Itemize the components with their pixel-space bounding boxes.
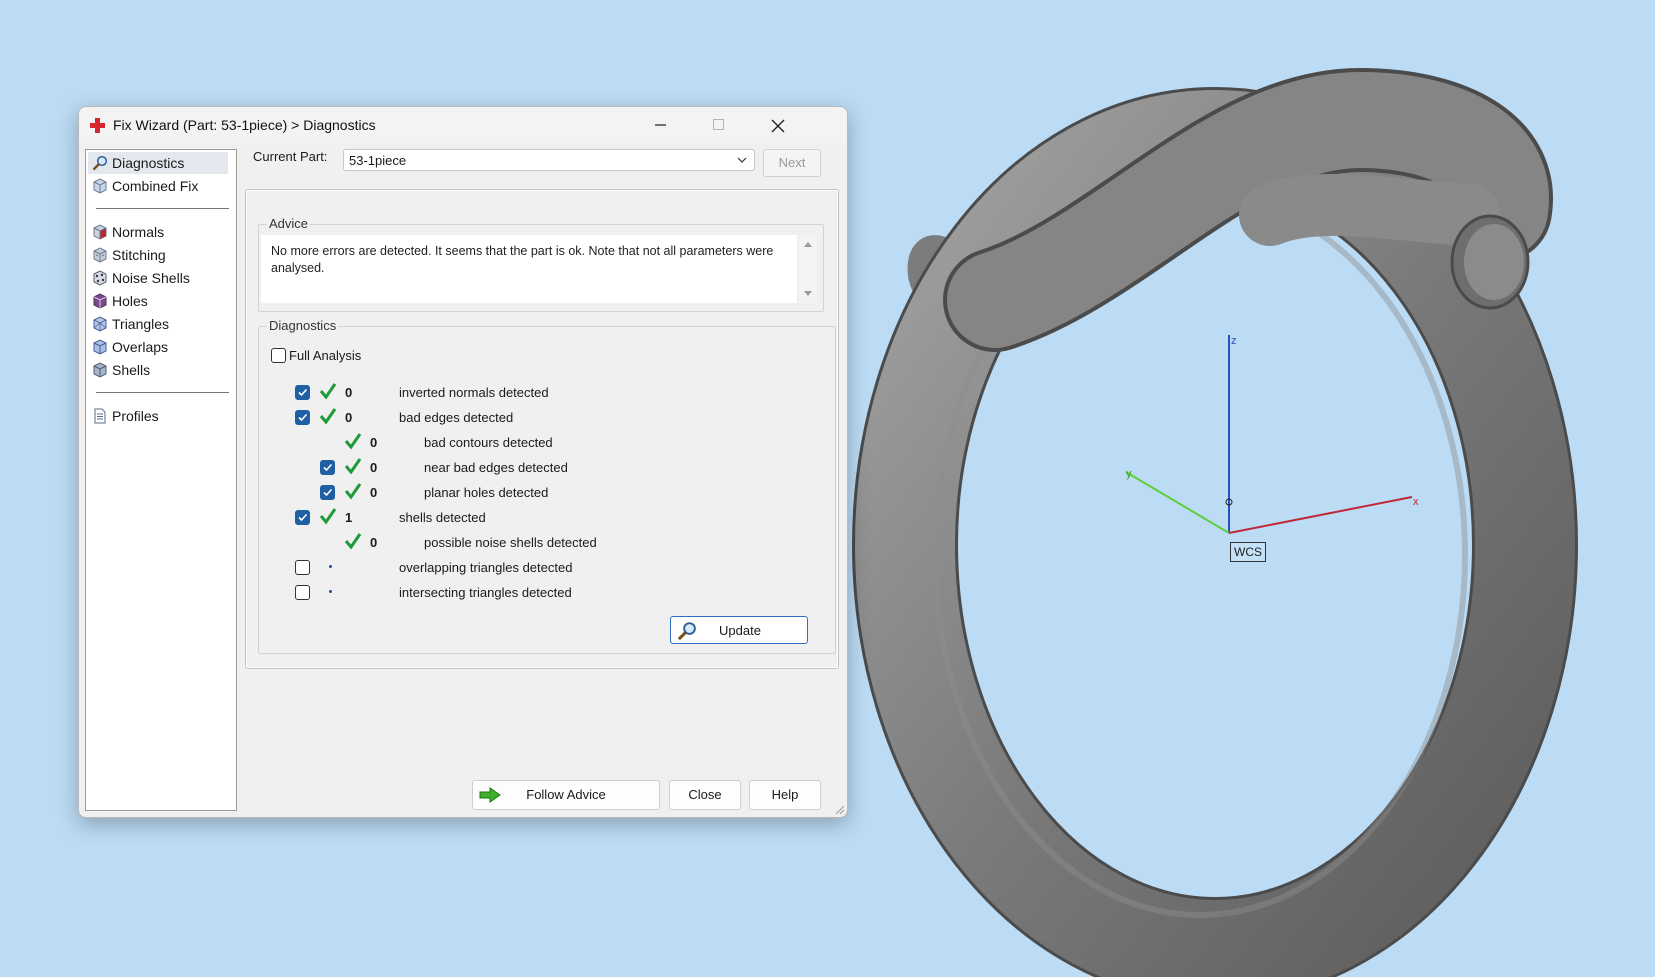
pending-dot-icon	[329, 590, 332, 593]
full-analysis-label: Full Analysis	[289, 348, 362, 363]
sidebar-item-holes[interactable]: Holes	[88, 290, 228, 312]
stitching-cube-icon	[93, 247, 107, 263]
shells-checkbox[interactable]	[295, 510, 310, 525]
close-button[interactable]: Close	[669, 780, 741, 810]
close-window-button[interactable]	[749, 107, 807, 143]
current-part-dropdown[interactable]: 53-1piece	[343, 149, 755, 171]
help-button[interactable]: Help	[749, 780, 821, 810]
diagnostics-group: Diagnostics Full Analysis 0 inverted nor…	[258, 318, 836, 654]
knot-model[interactable]	[852, 67, 1578, 977]
overlapping-triangles-checkbox[interactable]	[295, 560, 310, 575]
document-icon	[94, 408, 106, 424]
sidebar-item-triangles[interactable]: Triangles	[88, 313, 228, 335]
inverted-normals-label: inverted normals detected	[399, 385, 549, 400]
y-axis-label: y	[1126, 468, 1132, 480]
chevron-down-icon	[737, 157, 747, 163]
green-check-icon	[344, 483, 362, 500]
title-bar[interactable]: Fix Wizard (Part: 53-1piece) > Diagnosti…	[79, 107, 847, 143]
green-arrow-icon	[479, 787, 501, 803]
x-axis	[1228, 496, 1413, 534]
sidebar-item-noise-shells[interactable]: Noise Shells	[88, 267, 228, 289]
planar-holes-label: planar holes detected	[424, 485, 549, 500]
checkmark-icon	[298, 513, 308, 522]
next-button[interactable]: Next	[763, 149, 821, 177]
sidebar-item-diagnostics[interactable]: Diagnostics	[88, 152, 228, 174]
planar-holes-checkbox[interactable]	[320, 485, 335, 500]
inverted-normals-count: 0	[345, 385, 353, 400]
maximize-button[interactable]	[691, 107, 749, 143]
follow-advice-button[interactable]: Follow Advice	[472, 780, 660, 810]
noise-shells-count: 0	[370, 535, 378, 550]
z-axis-label: z	[1231, 335, 1237, 347]
green-check-icon	[344, 433, 362, 450]
bad-contours-label: bad contours detected	[424, 435, 553, 450]
close-icon	[771, 119, 785, 133]
sidebar-item-shells[interactable]: Shells	[88, 359, 228, 381]
near-bad-edges-count: 0	[370, 460, 378, 475]
checkmark-icon	[323, 488, 333, 497]
near-bad-edges-checkbox[interactable]	[320, 460, 335, 475]
green-check-icon	[344, 533, 362, 550]
checkmark-icon	[298, 413, 308, 422]
x-axis-label: x	[1413, 496, 1419, 508]
current-part-value: 53-1piece	[349, 153, 407, 168]
maximize-icon	[713, 119, 724, 130]
y-axis	[1125, 471, 1230, 534]
sidebar-divider	[96, 208, 229, 209]
scroll-arrows-icon	[804, 242, 812, 296]
normals-cube-icon	[93, 224, 107, 240]
shells-cube-icon	[93, 362, 107, 378]
bad-edges-label: bad edges detected	[399, 410, 514, 425]
advice-title: Advice	[267, 216, 311, 231]
sidebar-item-normals[interactable]: Normals	[88, 221, 228, 243]
shells-label: shells detected	[399, 510, 486, 525]
sidebar-item-stitching[interactable]: Stitching	[88, 244, 228, 266]
sidebar: Diagnostics Combined Fix Normals Stitchi…	[85, 149, 237, 811]
resize-grip-icon[interactable]	[833, 803, 845, 815]
near-bad-edges-label: near bad edges detected	[424, 460, 568, 475]
sidebar-item-combined-fix[interactable]: Combined Fix	[88, 175, 228, 197]
checkmark-icon	[323, 463, 333, 472]
intersecting-triangles-label: intersecting triangles detected	[399, 585, 572, 600]
shells-count: 1	[345, 510, 353, 525]
magnifier-icon	[92, 155, 108, 171]
minimize-button[interactable]	[633, 107, 691, 143]
wcs-label: WCS	[1230, 542, 1266, 562]
fix-wizard-dialog: Fix Wizard (Part: 53-1piece) > Diagnosti…	[78, 106, 848, 818]
bad-edges-count: 0	[345, 410, 353, 425]
pending-dot-icon	[329, 565, 332, 568]
green-check-icon	[319, 508, 337, 525]
window-title: Fix Wizard (Part: 53-1piece) > Diagnosti…	[113, 117, 376, 133]
sidebar-divider	[96, 392, 229, 393]
inverted-normals-checkbox[interactable]	[295, 385, 310, 400]
diagnostics-panel: Advice No more errors are detected. It s…	[245, 189, 839, 669]
checkmark-icon	[298, 388, 308, 397]
current-part-label: Current Part:	[253, 149, 328, 164]
minimize-icon	[655, 124, 666, 126]
holes-cube-icon	[93, 293, 107, 309]
overlapping-triangles-label: overlapping triangles detected	[399, 560, 573, 575]
advice-scrollbar[interactable]	[799, 235, 817, 303]
green-check-icon	[319, 408, 337, 425]
red-cross-app-icon	[90, 118, 105, 133]
sidebar-item-profiles[interactable]: Profiles	[88, 405, 228, 427]
triangles-cube-icon	[93, 316, 107, 332]
green-check-icon	[319, 383, 337, 400]
advice-text: No more errors are detected. It seems th…	[261, 235, 797, 303]
wcs-axes	[1125, 335, 1413, 534]
noise-shells-label: possible noise shells detected	[424, 535, 597, 550]
intersecting-triangles-checkbox[interactable]	[295, 585, 310, 600]
bad-contours-count: 0	[370, 435, 378, 450]
planar-holes-count: 0	[370, 485, 378, 500]
sidebar-item-overlaps[interactable]: Overlaps	[88, 336, 228, 358]
diagnostics-title: Diagnostics	[267, 318, 339, 333]
full-analysis-checkbox[interactable]	[271, 348, 286, 363]
advice-group: Advice No more errors are detected. It s…	[258, 216, 824, 312]
green-check-icon	[344, 458, 362, 475]
bad-edges-checkbox[interactable]	[295, 410, 310, 425]
cube-icon	[93, 178, 107, 194]
overlaps-cube-icon	[93, 339, 107, 355]
update-button[interactable]: Update	[670, 616, 808, 644]
noise-shells-icon	[93, 270, 107, 286]
